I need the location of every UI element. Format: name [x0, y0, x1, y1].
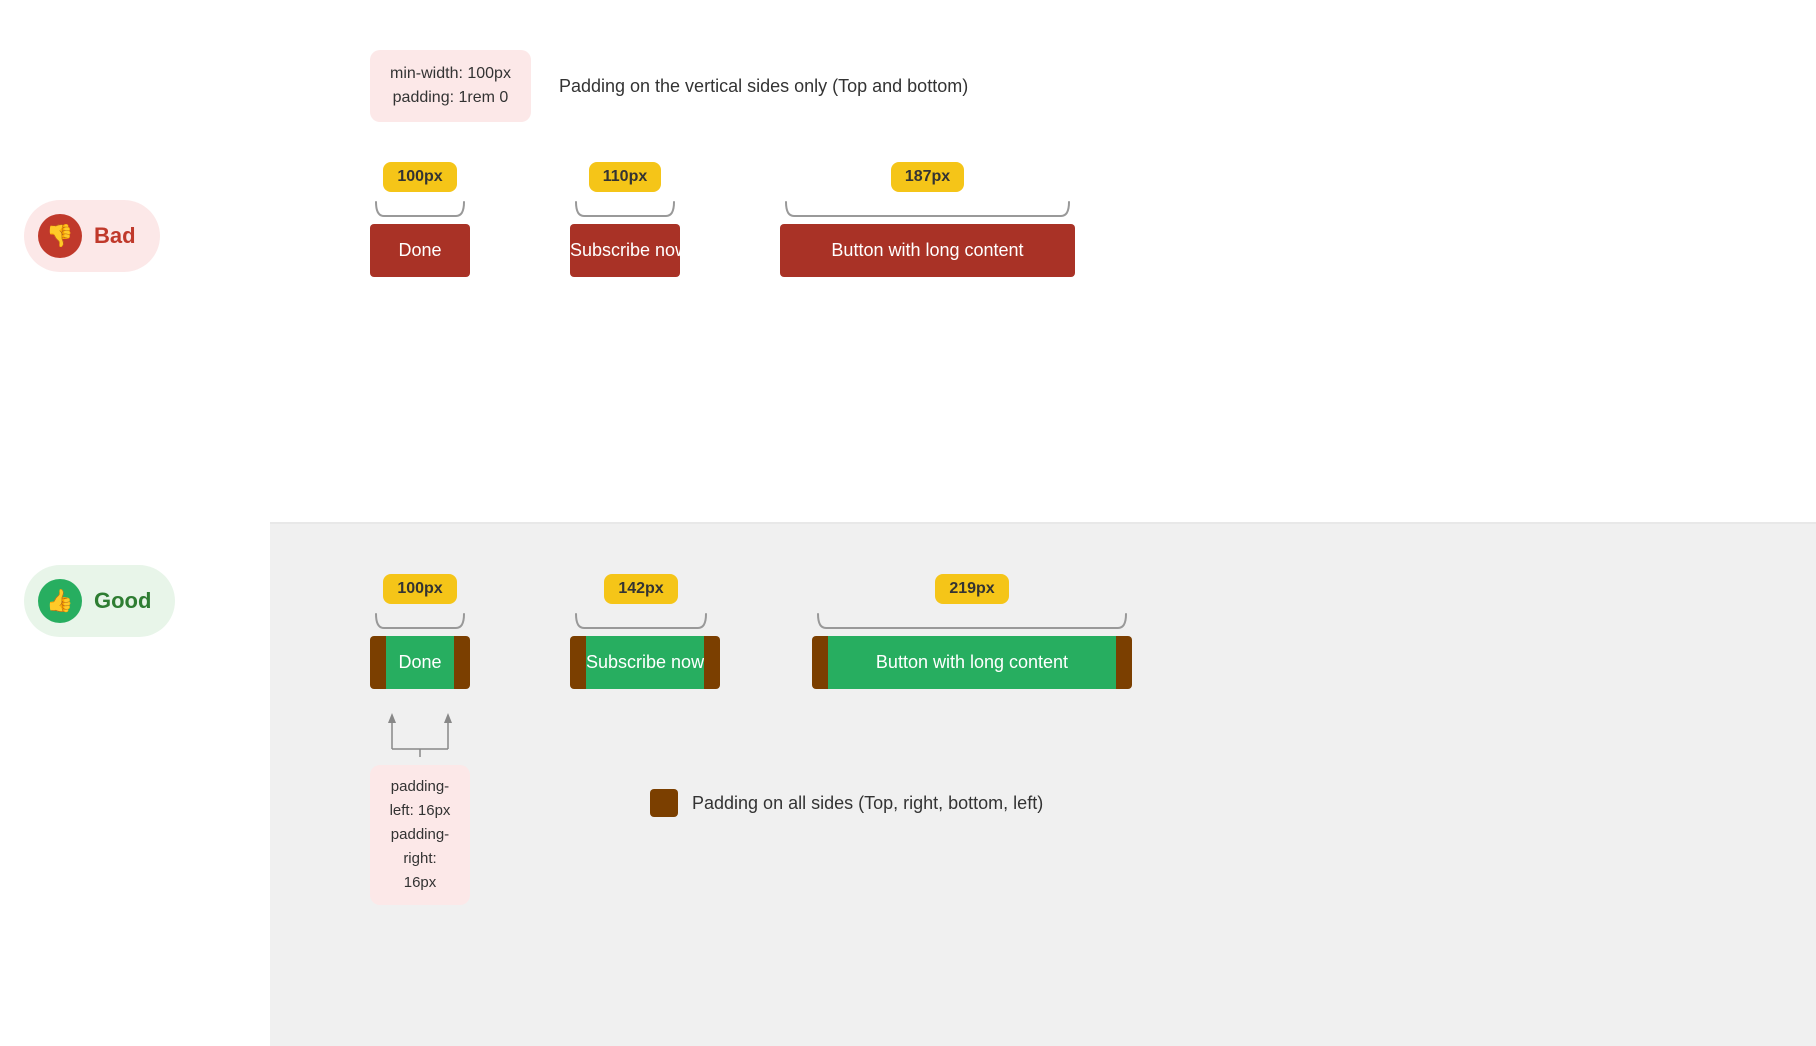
good-button-done[interactable]: Done: [386, 636, 454, 689]
good-button-subscribe[interactable]: Subscribe now: [586, 636, 704, 689]
bottom-annotations: padding-left: 16px padding-right: 16px P…: [370, 709, 1736, 905]
good-button-long-container: Button with long content: [812, 636, 1132, 689]
good-button-subscribe-container: Subscribe now: [570, 636, 712, 689]
pad-right-1: [454, 636, 470, 689]
good-button-long[interactable]: Button with long content: [828, 636, 1116, 689]
padding-arrows-annotation: padding-left: 16px padding-right: 16px: [370, 709, 470, 905]
thumbs-down-icon: 👎: [38, 214, 82, 258]
top-annotation: min-width: 100px padding: 1rem 0 Padding…: [370, 50, 1736, 122]
pad-left-1: [370, 636, 386, 689]
bad-button-done[interactable]: Done: [370, 224, 470, 277]
good-button-wrapper-3: 219px Button with long content: [812, 574, 1132, 689]
good-button-done-container: Done: [370, 636, 470, 689]
pad-left-2: [570, 636, 586, 689]
bad-button-long[interactable]: Button with long content: [780, 224, 1075, 277]
bracket-svg-3: [780, 196, 1075, 224]
pad-right-2: [704, 636, 720, 689]
good-width-label-1: 100px: [383, 574, 456, 604]
bad-button-wrapper-1: 100px Done: [370, 162, 470, 277]
padding-legend: Padding on all sides (Top, right, bottom…: [650, 789, 1043, 817]
thumbs-up-icon: 👍: [38, 579, 82, 623]
good-width-label-2: 142px: [604, 574, 677, 604]
annotation-box: min-width: 100px padding: 1rem 0: [370, 50, 531, 122]
good-width-label-3: 219px: [935, 574, 1008, 604]
padding-left-label: padding-left: 16px: [386, 775, 454, 823]
annotation-line1: min-width: 100px: [390, 62, 511, 86]
good-bracket-svg-2: [570, 608, 712, 636]
bracket-svg-2: [570, 196, 680, 224]
legend-text: Padding on all sides (Top, right, bottom…: [692, 793, 1043, 814]
width-label-1: 100px: [383, 162, 456, 192]
good-badge: 👍 Good: [24, 565, 175, 637]
annotation-line2: padding: 1rem 0: [390, 86, 511, 110]
padding-label-box: padding-left: 16px padding-right: 16px: [370, 765, 470, 905]
pad-left-3: [812, 636, 828, 689]
good-bracket-svg-1: [370, 608, 470, 636]
bad-button-subscribe[interactable]: Subscribe now: [570, 224, 680, 277]
pad-right-3: [1116, 636, 1132, 689]
good-buttons-row: 100px Done 142px: [370, 574, 1736, 689]
good-label: Good: [94, 588, 151, 614]
good-button-wrapper-2: 142px Subscribe now: [570, 574, 712, 689]
annotation-description: Padding on the vertical sides only (Top …: [559, 76, 968, 97]
bad-buttons-row: 100px Done 110px: [370, 162, 1736, 277]
good-bracket-svg-3: [812, 608, 1132, 636]
padding-right-label: padding-right: 16px: [386, 823, 454, 895]
good-button-wrapper-1: 100px Done: [370, 574, 470, 689]
bad-button-wrapper-2: 110px Subscribe now: [570, 162, 680, 277]
bad-label: Bad: [94, 223, 136, 249]
bad-badge: 👎 Bad: [24, 200, 160, 272]
bracket-svg-1: [370, 196, 470, 224]
width-label-3: 187px: [891, 162, 964, 192]
bad-button-wrapper-3: 187px Button with long content: [780, 162, 1075, 277]
legend-color-box: [650, 789, 678, 817]
padding-arrows-svg: [370, 709, 470, 757]
width-label-2: 110px: [589, 162, 661, 192]
